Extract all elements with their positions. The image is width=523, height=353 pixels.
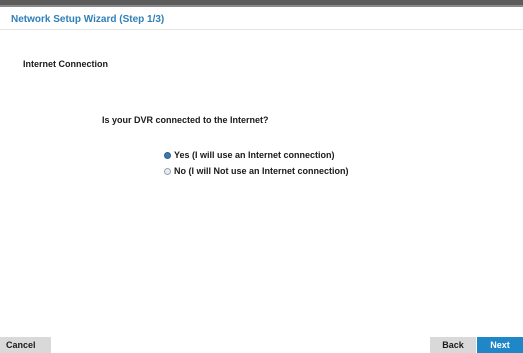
radio-unselected-icon[interactable] [164, 167, 171, 175]
next-button[interactable]: Next [477, 337, 523, 353]
radio-selected-icon[interactable] [164, 151, 171, 159]
question-text: Is your DVR connected to the Internet? [102, 115, 269, 125]
title-divider [0, 29, 523, 30]
window-title: Network Setup Wizard (Step 1/3) [11, 14, 165, 25]
option-no[interactable]: No (I will Not use an Internet connectio… [164, 166, 349, 176]
option-yes-label: Yes (I will use an Internet connection) [174, 150, 335, 160]
back-button[interactable]: Back [430, 337, 476, 353]
section-heading: Internet Connection [23, 59, 108, 69]
top-border-highlight [0, 5, 523, 7]
cancel-button[interactable]: Cancel [0, 337, 51, 353]
option-yes[interactable]: Yes (I will use an Internet connection) [164, 150, 335, 160]
top-border [0, 0, 523, 7]
option-no-label: No (I will Not use an Internet connectio… [174, 166, 349, 176]
